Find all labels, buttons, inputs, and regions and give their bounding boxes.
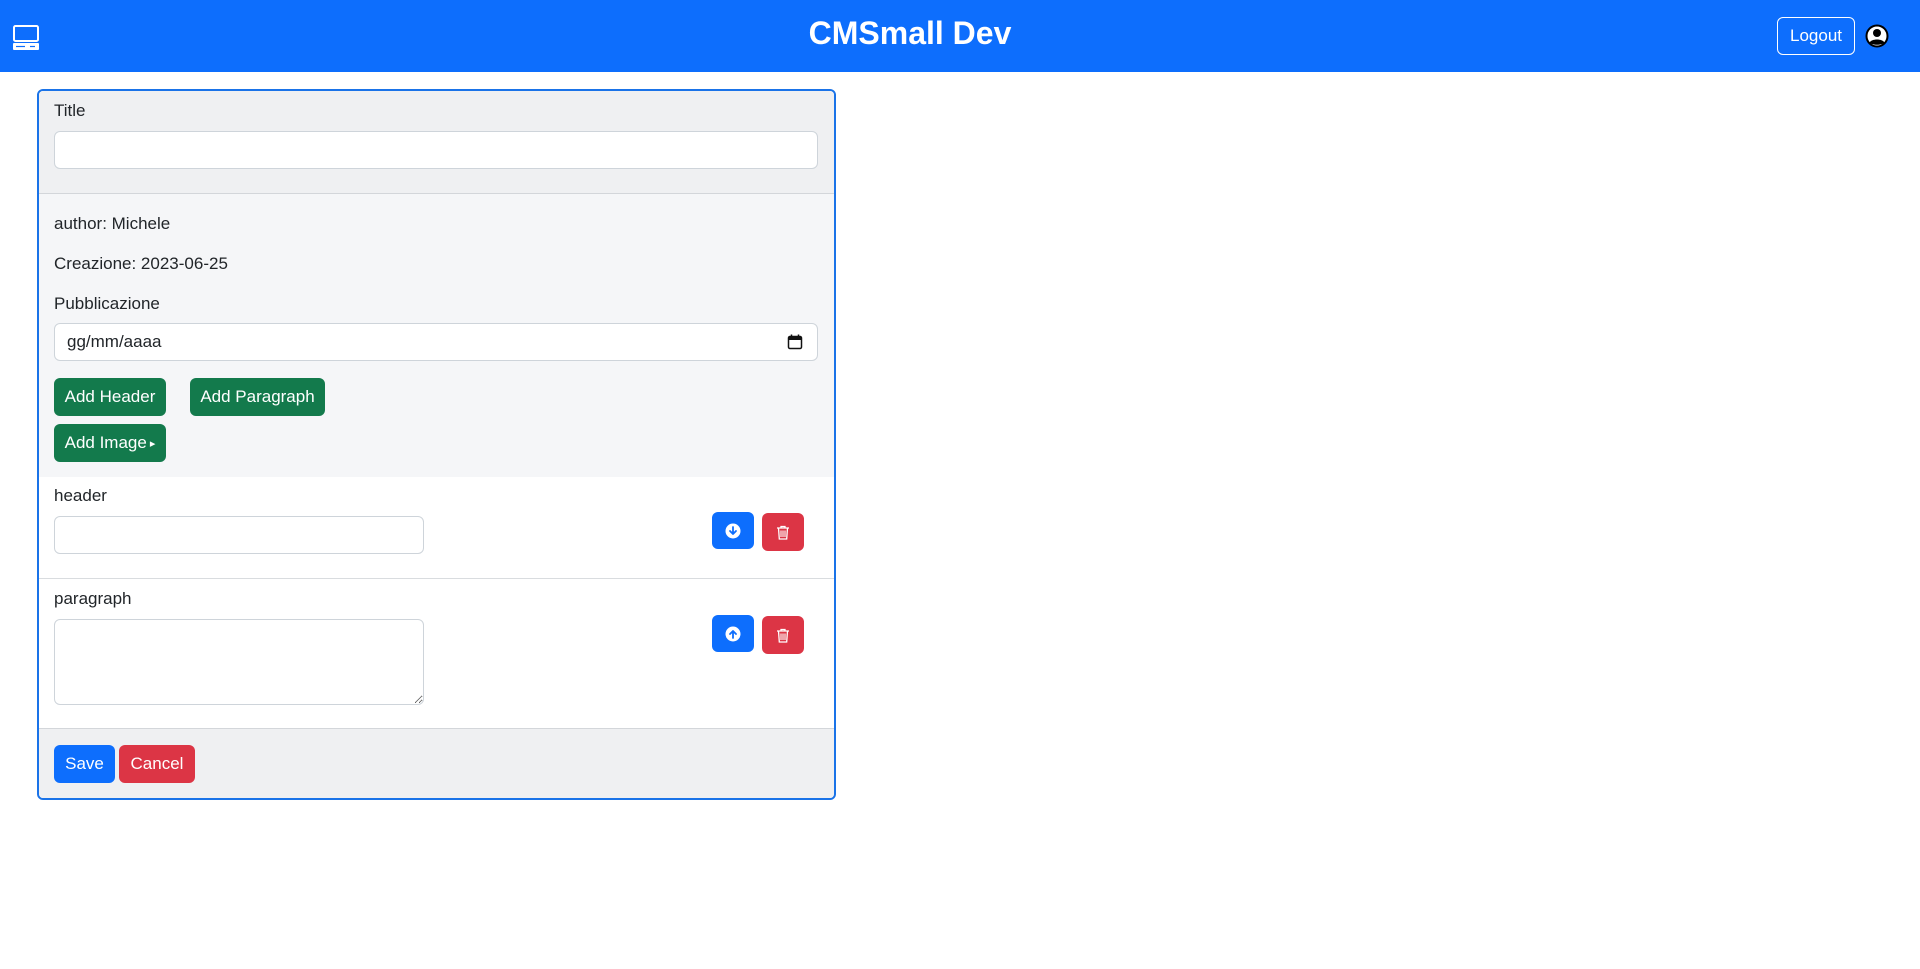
add-image-dropdown[interactable]: Add Image ▸ [54, 424, 166, 462]
add-image-label: Add Image [64, 433, 147, 452]
paragraph-textarea[interactable] [54, 619, 424, 705]
date-placeholder: gg/mm/aaaa [67, 332, 162, 351]
title-input[interactable] [54, 131, 818, 169]
add-paragraph-button[interactable]: Add Paragraph [190, 378, 325, 416]
move-down-button[interactable] [712, 512, 754, 549]
caret-right-icon: ▸ [149, 437, 156, 450]
paragraph-block: paragraph [39, 579, 834, 727]
page-editor-card: Title author: Michele Creazione: 2023-06… [37, 89, 836, 800]
metadata-section: author: Michele Creazione: 2023-06-25 Pu… [39, 194, 834, 477]
logout-button[interactable]: Logout [1777, 17, 1855, 55]
save-button[interactable]: Save [54, 745, 115, 783]
header-block: header [39, 477, 834, 568]
title-label: Title [54, 101, 86, 120]
cancel-button[interactable]: Cancel [119, 745, 195, 783]
header-block-label: header [54, 486, 107, 505]
delete-header-button[interactable] [762, 513, 804, 551]
delete-paragraph-button[interactable] [762, 616, 804, 654]
title-section: Title [39, 91, 834, 194]
form-footer: Save Cancel [39, 728, 834, 798]
navbar: CMSmall Dev Logout [0, 0, 1920, 72]
person-circle-icon[interactable] [1865, 24, 1889, 48]
trash-icon [777, 628, 789, 643]
header-input[interactable] [54, 516, 424, 554]
author-text: author: Michele [54, 214, 171, 233]
calendar-icon[interactable] [787, 334, 803, 350]
move-up-button[interactable] [712, 615, 754, 652]
arrow-down-circle-icon [725, 523, 741, 538]
add-header-button[interactable]: Add Header [54, 378, 166, 416]
arrow-up-circle-icon [725, 626, 741, 641]
paragraph-block-label: paragraph [54, 589, 132, 608]
trash-icon [777, 525, 789, 540]
publication-label: Pubblicazione [54, 294, 160, 313]
creation-date-text: Creazione: 2023-06-25 [54, 254, 228, 273]
publication-date-input[interactable]: gg/mm/aaaa [54, 323, 818, 361]
app-title: CMSmall Dev [808, 14, 1012, 51]
